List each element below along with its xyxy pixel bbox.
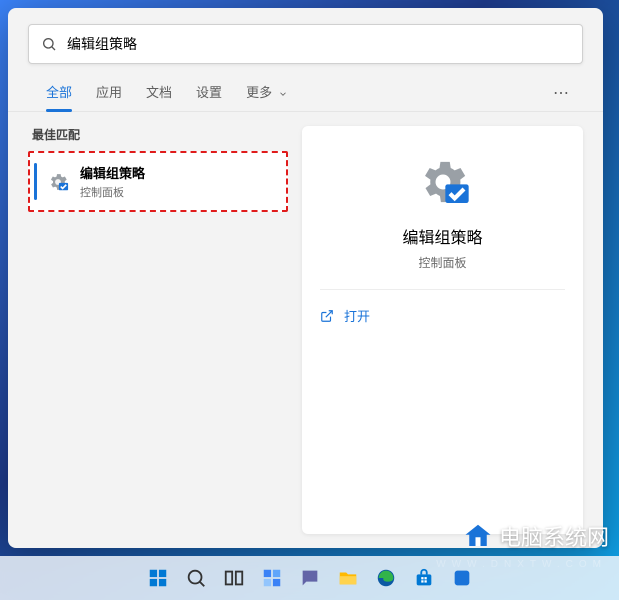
search-input[interactable] [67,36,570,52]
store-button[interactable] [408,562,440,594]
explorer-button[interactable] [332,562,364,594]
detail-subtitle: 控制面板 [418,254,466,271]
start-button[interactable] [142,562,174,594]
tab-settings[interactable]: 设置 [184,74,234,111]
result-text: 编辑组策略 控制面板 [80,163,145,200]
tab-more[interactable]: 更多 [234,74,300,111]
tab-all[interactable]: 全部 [34,74,84,111]
tabs-row: 全部 应用 文档 设置 更多 ⋯ [8,74,603,112]
tab-apps[interactable]: 应用 [84,74,134,111]
content-area: 最佳匹配 编辑组策略 控制面板 [8,112,603,548]
result-item[interactable]: 编辑组策略 控制面板 [28,151,288,212]
result-subtitle: 控制面板 [80,184,145,200]
result-title: 编辑组策略 [80,163,145,182]
gear-check-icon [415,154,471,210]
search-button[interactable] [180,562,212,594]
taskbar [0,556,619,600]
watermark: 电脑系统网 [463,520,609,552]
section-label-best-match: 最佳匹配 [32,126,288,143]
app-button[interactable] [446,562,478,594]
chat-button[interactable] [294,562,326,594]
edge-button[interactable] [370,562,402,594]
taskview-button[interactable] [218,562,250,594]
open-icon [320,309,334,323]
overflow-button[interactable]: ⋯ [547,77,577,109]
search-icon [41,36,57,52]
divider [320,289,565,290]
results-column: 最佳匹配 编辑组策略 控制面板 [28,126,288,534]
search-window: 全部 应用 文档 设置 更多 ⋯ 最佳匹配 编辑组 [8,8,603,548]
house-icon [463,521,493,551]
gear-check-icon [44,171,72,193]
detail-panel: 编辑组策略 控制面板 打开 [302,126,583,534]
open-action[interactable]: 打开 [320,302,565,329]
open-label: 打开 [344,306,370,325]
chevron-down-icon [278,89,288,99]
tab-documents[interactable]: 文档 [134,74,184,111]
search-bar[interactable] [28,24,583,64]
watermark-text: 电脑系统网 [499,520,609,552]
detail-title: 编辑组策略 [402,224,482,248]
widgets-button[interactable] [256,562,288,594]
